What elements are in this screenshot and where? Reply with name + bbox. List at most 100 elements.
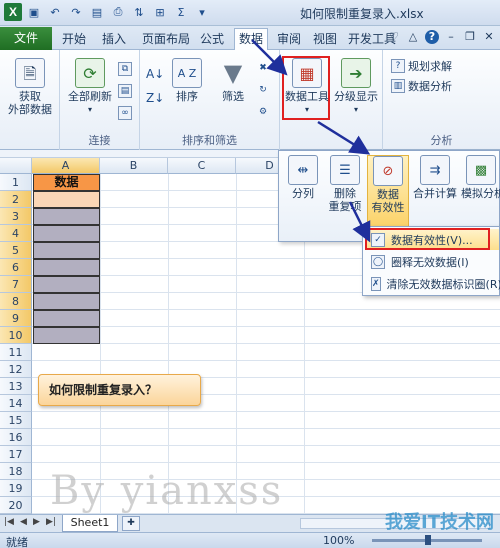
cell-a5[interactable]: [33, 242, 100, 259]
cell-a3[interactable]: [33, 208, 100, 225]
tab-formulas[interactable]: 公式: [196, 29, 228, 49]
close-icon[interactable]: ✕: [482, 30, 496, 44]
zoom-slider-thumb[interactable]: [425, 535, 431, 545]
tab-insert[interactable]: 插入: [98, 29, 130, 49]
insert-sheet-icon[interactable]: ✚: [122, 516, 140, 531]
text-to-columns-button[interactable]: ⇹ 分列: [283, 155, 323, 200]
status-ready: 就绪: [6, 536, 28, 548]
select-all-corner[interactable]: [0, 158, 32, 174]
row-header-17[interactable]: 17: [0, 446, 32, 463]
clear-filter-button[interactable]: ✖: [256, 62, 270, 76]
row-header-16[interactable]: 16: [0, 429, 32, 446]
consolidate-button[interactable]: ⇉ 合并计算: [411, 155, 459, 200]
solver-button[interactable]: ? 规划求解: [391, 58, 452, 74]
what-if-button[interactable]: ▩ 模拟分析: [461, 155, 500, 200]
row-header-4[interactable]: 4: [0, 225, 32, 242]
sort-za-icon: Z↓: [146, 91, 165, 105]
data-tools-button[interactable]: ▦ 数据工具 ▾: [284, 58, 330, 116]
advanced-filter-button[interactable]: ⚙: [256, 106, 270, 120]
get-external-data-button[interactable]: 🗎 获取 外部数据: [4, 58, 56, 116]
edit-links-button[interactable]: ∞: [118, 106, 132, 120]
cell-a9[interactable]: [33, 310, 100, 327]
sheet-tab-sheet1[interactable]: Sheet1: [62, 515, 118, 532]
last-sheet-icon[interactable]: ▶|: [46, 517, 56, 527]
menu-item-data-validation[interactable]: ✓ 数据有效性(V)...: [365, 229, 499, 250]
row-header-13[interactable]: 13: [0, 378, 32, 395]
row-header-11[interactable]: 11: [0, 344, 32, 361]
minimize-ribbon-icon[interactable]: △: [406, 30, 420, 44]
column-header-b[interactable]: B: [100, 158, 168, 174]
tab-home[interactable]: 开始: [58, 29, 90, 49]
sort-label: 排序: [176, 90, 198, 103]
row-header-6[interactable]: 6: [0, 259, 32, 276]
autosum-icon[interactable]: Σ: [172, 3, 190, 21]
sort-button[interactable]: A Z 排序: [170, 58, 204, 103]
row-header-20[interactable]: 20: [0, 497, 32, 514]
cell-a6[interactable]: [33, 259, 100, 276]
sort-za-button[interactable]: Z↓: [146, 91, 165, 106]
print-preview-icon[interactable]: ⎙: [109, 3, 127, 21]
redo-icon[interactable]: ↷: [67, 3, 85, 21]
cell-a8[interactable]: [33, 293, 100, 310]
row-header-2[interactable]: 2: [0, 191, 32, 208]
row-header-10[interactable]: 10: [0, 327, 32, 344]
remove-duplicates-button[interactable]: ☰ 删除 重复项: [325, 155, 365, 213]
borders-icon[interactable]: ⊞: [151, 3, 169, 21]
customize-qat-icon[interactable]: ▾: [193, 3, 211, 21]
group-label-connect: 连接: [88, 134, 111, 147]
reapply-filter-button[interactable]: ↻: [256, 84, 270, 98]
sort-az-button[interactable]: A↓: [146, 68, 164, 82]
save-icon[interactable]: ▣: [25, 3, 43, 21]
tab-data[interactable]: 数据: [234, 28, 269, 50]
row-header-3[interactable]: 3: [0, 208, 32, 225]
data-validation-button[interactable]: ⊘ 数据 有效性: [367, 155, 409, 227]
row-header-14[interactable]: 14: [0, 395, 32, 412]
first-sheet-icon[interactable]: |◀: [4, 517, 14, 527]
column-header-c[interactable]: C: [168, 158, 236, 174]
tab-review[interactable]: 审阅: [273, 29, 305, 49]
data-analysis-button[interactable]: ▥ 数据分析: [391, 78, 452, 94]
cell-a4[interactable]: [33, 225, 100, 242]
tab-page-layout[interactable]: 页面布局: [138, 29, 194, 49]
status-bar: 就绪 100%: [0, 532, 500, 548]
remove-duplicates-icon: ☰: [330, 155, 360, 185]
window-minimize-icon[interactable]: –: [444, 30, 458, 44]
cell-a2[interactable]: [33, 191, 100, 208]
zoom-level[interactable]: 100%: [323, 534, 354, 547]
menu-item-circle-invalid[interactable]: ◯ 圈释无效数据(I): [365, 251, 499, 272]
next-sheet-icon[interactable]: ▶: [33, 517, 40, 527]
row-header-5[interactable]: 5: [0, 242, 32, 259]
refresh-icon: ⟳: [75, 58, 105, 88]
cell-a7[interactable]: [33, 276, 100, 293]
outline-button[interactable]: ➔ 分级显示 ▾: [333, 58, 379, 116]
row-header-15[interactable]: 15: [0, 412, 32, 429]
row-header-1[interactable]: 1: [0, 174, 32, 191]
row-header-18[interactable]: 18: [0, 463, 32, 480]
heart-icon[interactable]: ♡: [387, 30, 401, 44]
undo-icon[interactable]: ↶: [46, 3, 64, 21]
tab-view[interactable]: 视图: [309, 29, 341, 49]
row-header-9[interactable]: 9: [0, 310, 32, 327]
prev-sheet-icon[interactable]: ◀: [20, 517, 27, 527]
solver-label: 规划求解: [408, 60, 452, 73]
row-header-12[interactable]: 12: [0, 361, 32, 378]
cell-a10[interactable]: [33, 327, 100, 344]
clear-circles-icon: ✗: [371, 276, 381, 291]
sort-asc-icon[interactable]: ⇅: [130, 3, 148, 21]
cell-a1[interactable]: 数据: [33, 174, 100, 191]
window-restore-icon[interactable]: ❐: [463, 30, 477, 44]
menu-item-clear-circles[interactable]: ✗ 清除无效数据标识圈(R): [365, 273, 500, 294]
remove-dup-label-1: 删除: [334, 187, 356, 200]
column-header-a[interactable]: A: [32, 158, 100, 174]
refresh-all-button[interactable]: ⟳ 全部刷新 ▾: [64, 58, 116, 116]
properties-button[interactable]: ▤: [118, 84, 132, 98]
filter-button[interactable]: ▼ 筛选: [216, 58, 250, 104]
quick-access-toolbar: X ▣ ↶ ↷ ▤ ⎙ ⇅ ⊞ Σ ▾: [4, 3, 211, 21]
new-document-icon[interactable]: ▤: [88, 3, 106, 21]
connections-button[interactable]: ⧉: [118, 62, 132, 76]
tab-file[interactable]: 文件: [0, 27, 52, 50]
row-header-7[interactable]: 7: [0, 276, 32, 293]
row-header-8[interactable]: 8: [0, 293, 32, 310]
row-header-19[interactable]: 19: [0, 480, 32, 497]
help-icon[interactable]: ?: [425, 30, 439, 44]
